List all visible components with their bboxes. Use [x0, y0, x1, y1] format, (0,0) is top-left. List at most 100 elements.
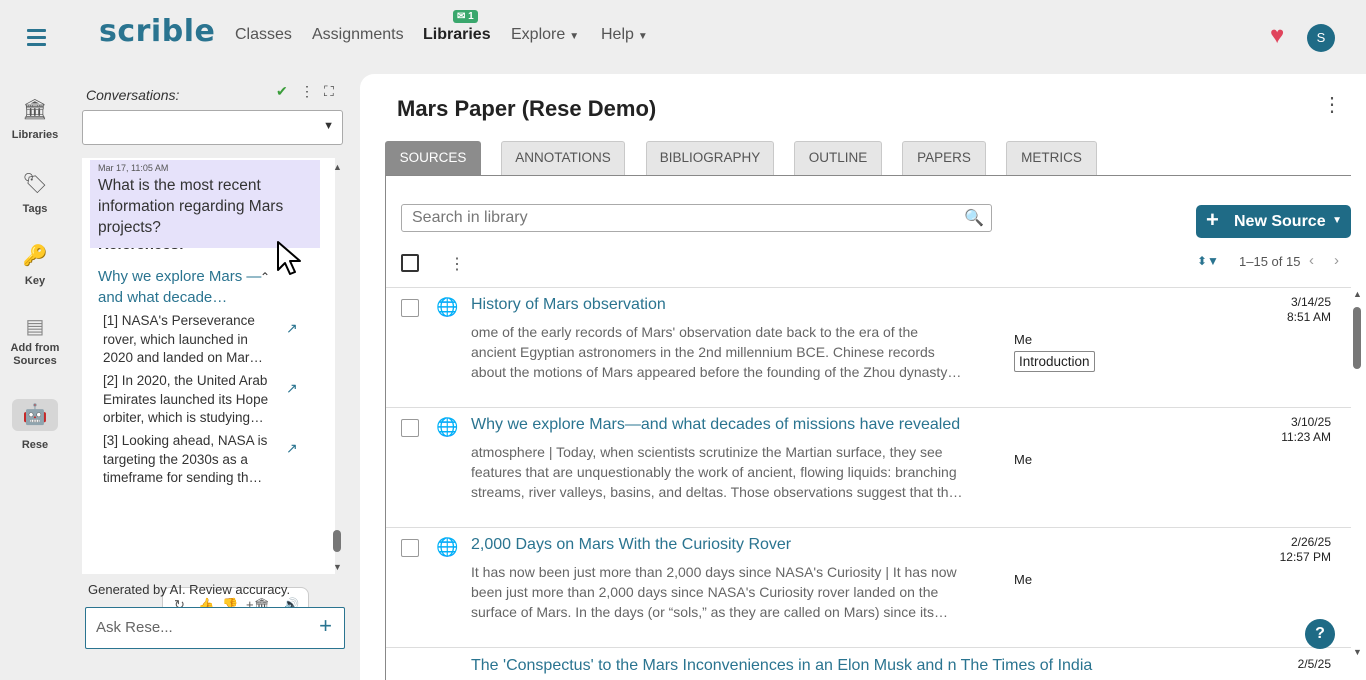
expand-icon[interactable]: ⛶: [324, 83, 334, 100]
scroll-up-icon[interactable]: ▲: [333, 162, 342, 172]
heart-icon[interactable]: ♥: [1270, 24, 1284, 48]
source-owner: Me: [1014, 452, 1033, 467]
chevron-up-icon[interactable]: ⌃: [260, 270, 270, 284]
page-title: Mars Paper (Rese Demo): [397, 96, 657, 121]
source-title[interactable]: History of Mars observation: [471, 296, 666, 314]
add-from-sources-icon: ▤: [25, 316, 45, 338]
conversations-label: Conversations:: [86, 87, 180, 103]
chevron-down-icon[interactable]: ▼: [1332, 215, 1342, 226]
globe-icon: 🌐: [436, 297, 459, 317]
tab-metrics[interactable]: METRICS: [1006, 141, 1097, 175]
nav-help[interactable]: Help ▼: [601, 26, 648, 44]
bulk-actions-icon[interactable]: ⋮: [449, 254, 465, 274]
external-link-icon[interactable]: ↗: [286, 380, 298, 397]
tab-outline[interactable]: OUTLINE: [794, 141, 882, 175]
row-checkbox[interactable]: [401, 419, 419, 437]
scroll-up-icon[interactable]: ▲: [1353, 289, 1362, 299]
tags-icon: 🏷: [22, 173, 48, 195]
source-date-day: 3/14/25: [1290, 295, 1331, 309]
scroll-down-icon[interactable]: ▼: [333, 562, 342, 572]
more-options-icon[interactable]: ⋮: [300, 83, 314, 100]
select-all-checkbox[interactable]: [401, 254, 419, 272]
sort-icon[interactable]: ⬍▼: [1197, 254, 1219, 268]
sources-scrollbar[interactable]: ▲ ▼: [1350, 289, 1364, 659]
conversation-scrollbar[interactable]: ▲ ▼: [331, 158, 343, 574]
mouse-cursor-icon: [277, 241, 301, 275]
reference-source-link[interactable]: Why we explore Mars —and what decade…: [98, 266, 268, 308]
rail-item-rese[interactable]: 🤖 Rese: [0, 399, 70, 453]
search-icon[interactable]: 🔍: [964, 208, 984, 228]
source-row[interactable]: 🌐 Why we explore Mars—and what decades o…: [386, 407, 1351, 527]
ask-rese-input[interactable]: [96, 619, 306, 636]
scrible-logo[interactable]: scrible: [99, 14, 215, 49]
ask-rese-box: +: [85, 607, 345, 649]
next-page-icon[interactable]: ›: [1334, 252, 1339, 269]
external-link-icon[interactable]: ↗: [286, 320, 298, 337]
help-button[interactable]: ?: [1305, 619, 1335, 649]
tab-papers[interactable]: PAPERS: [902, 141, 986, 175]
source-row[interactable]: 🌐 2,000 Days on Mars With the Curiosity …: [386, 527, 1351, 647]
tab-bibliography[interactable]: BIBLIOGRAPHY: [646, 141, 774, 175]
source-date: 2/5/25: [1297, 657, 1331, 671]
source-title[interactable]: Why we explore Mars—and what decades of …: [471, 416, 960, 434]
conversation-select[interactable]: ▼: [82, 110, 343, 145]
new-source-button[interactable]: + New Source ▼: [1196, 205, 1351, 238]
source-title[interactable]: The 'Conspectus' to the Mars Inconvenien…: [471, 657, 1092, 675]
rail-label: Libraries: [11, 129, 59, 141]
plus-icon: +: [1206, 207, 1219, 232]
library-search: 🔍: [401, 204, 992, 232]
reference-item: [1] NASA's Perseverance rover, which lau…: [103, 313, 263, 365]
row-checkbox[interactable]: [401, 299, 419, 317]
source-date: 2/26/25 12:57 PM: [1236, 535, 1331, 565]
nav-classes[interactable]: Classes: [235, 26, 292, 44]
user-avatar[interactable]: S: [1307, 24, 1335, 52]
hamburger-menu-icon[interactable]: [27, 29, 46, 50]
source-excerpt: atmosphere | Today, when scientists scru…: [471, 444, 963, 500]
question-bubble: Mar 17, 11:05 AM What is the most recent…: [90, 160, 320, 248]
rail-item-add-from-sources[interactable]: ▤ Add from Sources: [0, 316, 70, 368]
key-icon: 🔑: [22, 245, 48, 267]
reference-item: [2] In 2020, the United Arab Emirates la…: [103, 373, 269, 425]
reference-item: [3] Looking ahead, NASA is targeting the…: [103, 433, 268, 485]
chevron-down-icon: ▼: [569, 31, 580, 42]
rail-item-key[interactable]: 🔑 Key: [0, 245, 70, 289]
scroll-down-icon[interactable]: ▼: [1353, 647, 1362, 657]
message-timestamp: Mar 17, 11:05 AM: [98, 163, 169, 173]
rail-label: Add from Sources: [10, 342, 60, 367]
scroll-thumb[interactable]: [333, 530, 341, 552]
badge-count: 1: [468, 11, 474, 22]
source-date-time: 12:57 PM: [1279, 550, 1331, 564]
source-row-partial[interactable]: The 'Conspectus' to the Mars Inconvenien…: [386, 657, 1351, 680]
row-checkbox[interactable]: [401, 539, 419, 557]
chevron-down-icon: ▼: [637, 31, 648, 42]
globe-icon: 🌐: [436, 417, 459, 437]
send-plus-icon[interactable]: +: [319, 615, 332, 637]
rail-item-tags[interactable]: 🏷 Tags: [0, 173, 70, 217]
checkmark-icon[interactable]: ✔: [276, 83, 288, 100]
source-excerpt: ome of the early records of Mars' observ…: [471, 324, 962, 380]
new-source-label: New Source: [1234, 213, 1326, 230]
page-more-options-icon[interactable]: ⋮: [1322, 95, 1342, 115]
external-link-icon[interactable]: ↗: [286, 440, 298, 457]
previous-page-icon[interactable]: ‹: [1309, 252, 1314, 269]
library-search-input[interactable]: [412, 209, 952, 227]
scroll-thumb[interactable]: [1353, 307, 1361, 369]
nav-assignments[interactable]: Assignments: [312, 26, 404, 44]
assignments-mail-badge: ✉ 1: [453, 10, 478, 23]
rail-label: Tags: [22, 203, 48, 215]
tab-sources[interactable]: SOURCES: [385, 141, 481, 175]
ai-disclaimer: Generated by AI. Review accuracy.: [88, 582, 291, 597]
nav-libraries[interactable]: Libraries: [423, 26, 491, 44]
rail-item-libraries[interactable]: 🏛 Libraries: [0, 99, 70, 143]
left-rail: 🏛 Libraries 🏷 Tags 🔑 Key ▤ Add from Sour…: [0, 0, 70, 680]
source-date-day: 3/10/25: [1290, 415, 1331, 429]
nav-explore[interactable]: Explore ▼: [511, 26, 579, 44]
source-row[interactable]: 🌐 History of Mars observation ome of the…: [386, 287, 1351, 407]
source-title[interactable]: 2,000 Days on Mars With the Curiosity Ro…: [471, 536, 791, 554]
tab-annotations[interactable]: ANNOTATIONS: [501, 141, 625, 175]
divider: [386, 647, 1351, 648]
source-date-time: 8:51 AM: [1286, 310, 1331, 324]
source-owner: Me: [1014, 572, 1033, 587]
nav-explore-label: Explore: [511, 26, 566, 43]
source-tag[interactable]: Introduction: [1014, 351, 1095, 372]
